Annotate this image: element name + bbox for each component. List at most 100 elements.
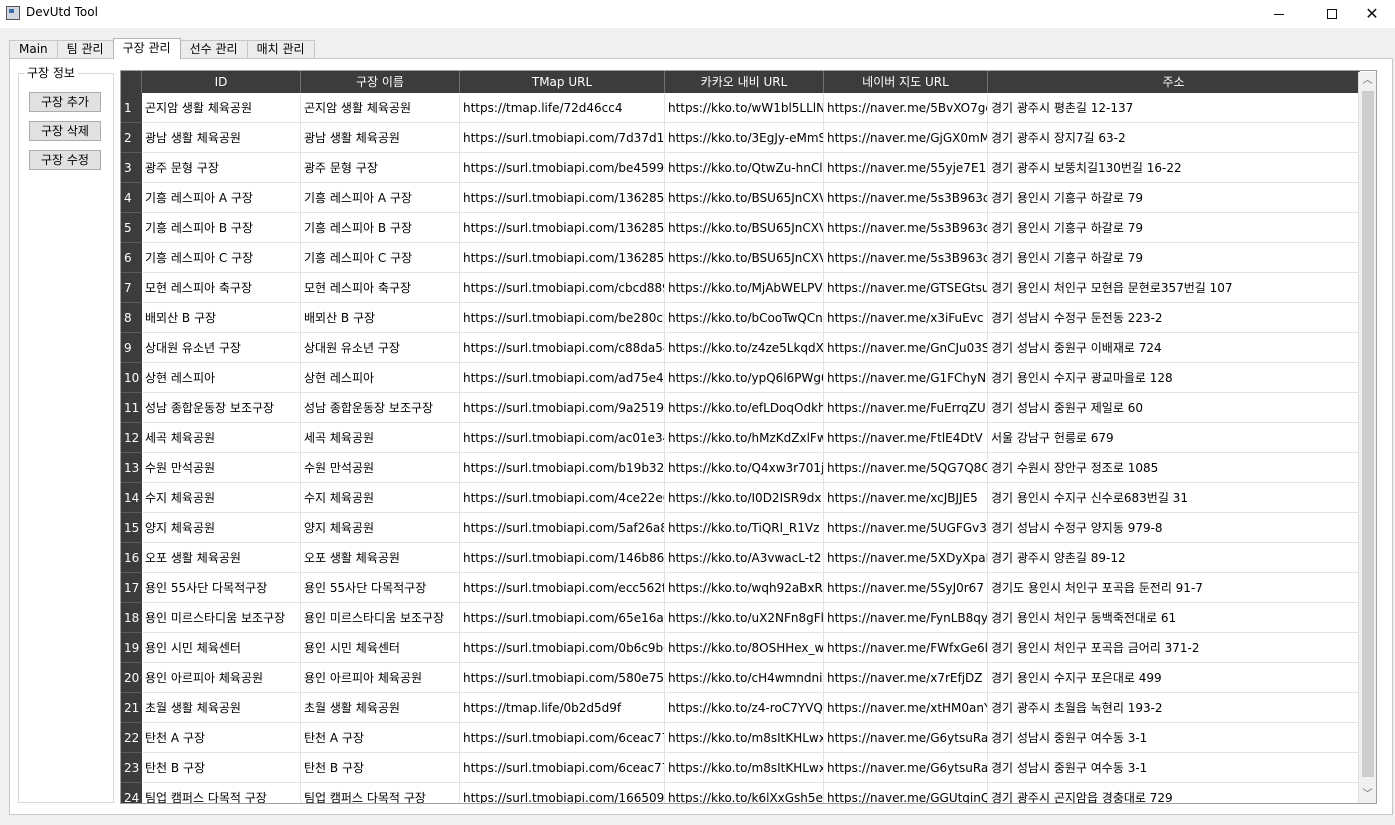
cell-kakao-url[interactable]: https://kko.to/wqh92aBxRM <box>665 573 824 603</box>
cell-name[interactable]: 수원 만석공원 <box>301 453 460 483</box>
cell-id[interactable]: 성남 종합운동장 보조구장 <box>142 393 301 423</box>
cell-name[interactable]: 곤지암 생활 체육공원 <box>301 93 460 123</box>
cell-naver-url[interactable]: https://naver.me/GGUtqinQ <box>824 783 988 803</box>
table-row[interactable]: 5 기흥 레스피아 B 구장 기흥 레스피아 B 구장 https://surl.tm… <box>121 213 1361 243</box>
cell-kakao-url[interactable]: https://kko.to/uX2NFn8gFk <box>665 603 824 633</box>
cell-tmap-url[interactable]: https://surl.tmobiapi.com/ecc562f0 <box>460 573 665 603</box>
tab-match-management[interactable]: 매치 관리 <box>246 40 315 59</box>
table-row[interactable]: 23 탄천 B 구장 탄천 B 구장 https://surl.tmobiapi.co… <box>121 753 1361 783</box>
cell-kakao-url[interactable]: https://kko.to/efLDoqOdkh <box>665 393 824 423</box>
cell-tmap-url[interactable]: https://surl.tmobiapi.com/b19b32d5 <box>460 453 665 483</box>
cell-id[interactable]: 모현 레스피아 축구장 <box>142 273 301 303</box>
column-header-address[interactable]: 주소 <box>988 71 1360 93</box>
cell-address[interactable]: 경기 광주시 곤지암읍 경충대로 729 <box>988 783 1360 803</box>
cell-kakao-url[interactable]: https://kko.to/3EgJy-eMmS <box>665 123 824 153</box>
table-row[interactable]: 18 용인 미르스타디움 보조구장 용인 미르스타디움 보조구장 https://su… <box>121 603 1361 633</box>
row-header[interactable]: 10 <box>121 363 142 393</box>
table-row[interactable]: 14 수지 체육공원 수지 체육공원 https://surl.tmobiapi.co… <box>121 483 1361 513</box>
cell-naver-url[interactable]: https://naver.me/G6ytsuRa <box>824 753 988 783</box>
cell-kakao-url[interactable]: https://kko.to/cH4wmndni7 <box>665 663 824 693</box>
cell-naver-url[interactable]: https://naver.me/5SyJ0r67 <box>824 573 988 603</box>
cell-name[interactable]: 초월 생활 체육공원 <box>301 693 460 723</box>
delete-field-button[interactable]: 구장 삭제 <box>29 121 101 141</box>
cell-address[interactable]: 경기 용인시 수지구 신수로683번길 31 <box>988 483 1360 513</box>
cell-name[interactable]: 모현 레스피아 축구장 <box>301 273 460 303</box>
cell-naver-url[interactable]: https://naver.me/FuErrqZU <box>824 393 988 423</box>
cell-naver-url[interactable]: https://naver.me/FtlE4DtV <box>824 423 988 453</box>
cell-address[interactable]: 경기 광주시 초월읍 녹현리 193-2 <box>988 693 1360 723</box>
cell-address[interactable]: 경기 광주시 평촌길 12-137 <box>988 93 1360 123</box>
column-header-naver-url[interactable]: 네이버 지도 URL <box>824 71 988 93</box>
cell-name[interactable]: 오포 생활 체육공원 <box>301 543 460 573</box>
cell-tmap-url[interactable]: https://surl.tmobiapi.com/16650923 <box>460 783 665 803</box>
cell-tmap-url[interactable]: https://surl.tmobiapi.com/4ce22e01 <box>460 483 665 513</box>
cell-tmap-url[interactable]: https://surl.tmobiapi.com/65e16a21 <box>460 603 665 633</box>
table-row[interactable]: 1 곤지암 생활 체육공원 곤지암 생활 체육공원 https://tmap.life… <box>121 93 1361 123</box>
row-header[interactable]: 1 <box>121 93 142 123</box>
cell-id[interactable]: 탄천 B 구장 <box>142 753 301 783</box>
cell-kakao-url[interactable]: https://kko.to/Q4xw3r701j <box>665 453 824 483</box>
table-row[interactable]: 24 팀업 캠퍼스 다목적 구장 팀업 캠퍼스 다목적 구장 https://surl… <box>121 783 1361 803</box>
cell-name[interactable]: 용인 미르스타디움 보조구장 <box>301 603 460 633</box>
cell-address[interactable]: 경기 용인시 기흥구 하갈로 79 <box>988 183 1360 213</box>
row-header[interactable]: 20 <box>121 663 142 693</box>
cell-name[interactable]: 수지 체육공원 <box>301 483 460 513</box>
cell-kakao-url[interactable]: https://kko.to/hMzKdZxlFw <box>665 423 824 453</box>
row-header[interactable]: 9 <box>121 333 142 363</box>
table-row[interactable]: 19 용인 시민 체육센터 용인 시민 체육센터 https://surl.tmobi… <box>121 633 1361 663</box>
cell-address[interactable]: 서울 강남구 헌릉로 679 <box>988 423 1360 453</box>
cell-naver-url[interactable]: https://naver.me/5QG7Q8Q9 <box>824 453 988 483</box>
cell-kakao-url[interactable]: https://kko.to/TiQRl_R1Vz <box>665 513 824 543</box>
cell-kakao-url[interactable]: https://kko.to/bCooTwQCnx <box>665 303 824 333</box>
row-header[interactable]: 14 <box>121 483 142 513</box>
cell-kakao-url[interactable]: https://kko.to/ypQ6l6PWg0 <box>665 363 824 393</box>
cell-address[interactable]: 경기 용인시 수지구 포은대로 499 <box>988 663 1360 693</box>
cell-tmap-url[interactable]: https://surl.tmobiapi.com/ad75e4d0 <box>460 363 665 393</box>
cell-naver-url[interactable]: https://naver.me/x7rEfjDZ <box>824 663 988 693</box>
row-header[interactable]: 19 <box>121 633 142 663</box>
table-row[interactable]: 4 기흥 레스피아 A 구장 기흥 레스피아 A 구장 https://surl.tm… <box>121 183 1361 213</box>
cell-id[interactable]: 팀업 캠퍼스 다목적 구장 <box>142 783 301 803</box>
row-header[interactable]: 4 <box>121 183 142 213</box>
cell-address[interactable]: 경기 수원시 장안구 정조로 1085 <box>988 453 1360 483</box>
row-header[interactable]: 2 <box>121 123 142 153</box>
table-row[interactable]: 8 배뫼산 B 구장 배뫼산 B 구장 https://surl.tmobiapi.c… <box>121 303 1361 333</box>
add-field-button[interactable]: 구장 추가 <box>29 92 101 112</box>
cell-id[interactable]: 용인 아르피아 체육공원 <box>142 663 301 693</box>
cell-naver-url[interactable]: https://naver.me/5s3B963d <box>824 243 988 273</box>
cell-tmap-url[interactable]: https://surl.tmobiapi.com/1362854d <box>460 243 665 273</box>
cell-name[interactable]: 기흥 레스피아 B 구장 <box>301 213 460 243</box>
cell-id[interactable]: 탄천 A 구장 <box>142 723 301 753</box>
close-button[interactable]: ✕ <box>1349 0 1395 28</box>
cell-tmap-url[interactable]: https://surl.tmobiapi.com/1362854d <box>460 183 665 213</box>
cell-name[interactable]: 탄천 B 구장 <box>301 753 460 783</box>
cell-naver-url[interactable]: https://naver.me/FWfxGe6l <box>824 633 988 663</box>
cell-tmap-url[interactable]: https://surl.tmobiapi.com/5af26a85 <box>460 513 665 543</box>
column-header-name[interactable]: 구장 이름 <box>301 71 460 93</box>
cell-name[interactable]: 상현 레스피아 <box>301 363 460 393</box>
row-header[interactable]: 13 <box>121 453 142 483</box>
cell-tmap-url[interactable]: https://surl.tmobiapi.com/1362854d <box>460 213 665 243</box>
cell-tmap-url[interactable]: https://surl.tmobiapi.com/7d37d1fd <box>460 123 665 153</box>
fields-table[interactable]: ID 구장 이름 TMap URL 카카오 내비 URL 네이버 지도 URL … <box>120 70 1377 804</box>
table-row[interactable]: 6 기흥 레스피아 C 구장 기흥 레스피아 C 구장 https://surl.tm… <box>121 243 1361 273</box>
table-row[interactable]: 20 용인 아르피아 체육공원 용인 아르피아 체육공원 https://surl.t… <box>121 663 1361 693</box>
row-header[interactable]: 21 <box>121 693 142 723</box>
cell-naver-url[interactable]: https://naver.me/FynLB8qy <box>824 603 988 633</box>
cell-address[interactable]: 경기 성남시 중원구 이배재로 724 <box>988 333 1360 363</box>
cell-name[interactable]: 탄천 A 구장 <box>301 723 460 753</box>
cell-naver-url[interactable]: https://naver.me/xcJBJJE5 <box>824 483 988 513</box>
cell-id[interactable]: 초월 생활 체육공원 <box>142 693 301 723</box>
cell-name[interactable]: 세곡 체육공원 <box>301 423 460 453</box>
cell-name[interactable]: 용인 아르피아 체육공원 <box>301 663 460 693</box>
column-header-tmap-url[interactable]: TMap URL <box>460 71 665 93</box>
cell-address[interactable]: 경기 용인시 기흥구 하갈로 79 <box>988 213 1360 243</box>
cell-name[interactable]: 용인 55사단 다목적구장 <box>301 573 460 603</box>
cell-id[interactable]: 기흥 레스피아 A 구장 <box>142 183 301 213</box>
cell-tmap-url[interactable]: https://surl.tmobiapi.com/cbcd889b <box>460 273 665 303</box>
cell-tmap-url[interactable]: https://surl.tmobiapi.com/be280cb4 <box>460 303 665 333</box>
table-row[interactable]: 10 상현 레스피아 상현 레스피아 https://surl.tmobiapi.co… <box>121 363 1361 393</box>
row-header[interactable]: 12 <box>121 423 142 453</box>
cell-tmap-url[interactable]: https://surl.tmobiapi.com/ac01e340 <box>460 423 665 453</box>
cell-name[interactable]: 배뫼산 B 구장 <box>301 303 460 333</box>
